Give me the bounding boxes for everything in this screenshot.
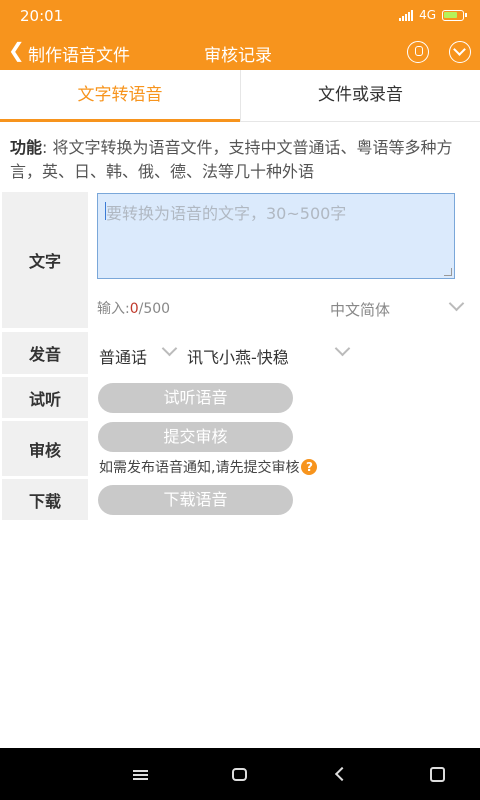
network-label: 4G bbox=[419, 8, 436, 22]
text-input[interactable]: 要转换为语音的文字，30~500字 bbox=[97, 193, 455, 279]
review-hint-text: 如需发布语音通知,请先提交审核 bbox=[99, 460, 300, 476]
dialect-chevron-down-icon[interactable] bbox=[161, 340, 178, 357]
status-bar: 20:01 4G bbox=[0, 0, 480, 32]
speaker-select[interactable]: 讯飞小燕-快稳 bbox=[187, 344, 289, 368]
battery-icon bbox=[442, 9, 467, 21]
nav-back-icon[interactable] bbox=[334, 766, 350, 782]
speaker-chevron-down-icon[interactable] bbox=[334, 340, 351, 357]
text-row-label: 文字 bbox=[2, 192, 88, 328]
back-icon[interactable]: ❮ bbox=[8, 38, 25, 62]
listen-button[interactable]: 试听语音 bbox=[98, 383, 293, 413]
submit-review-button[interactable]: 提交审核 bbox=[98, 422, 293, 452]
home-icon[interactable] bbox=[232, 768, 247, 781]
back-label[interactable]: 制作语音文件 bbox=[28, 41, 130, 66]
download-button[interactable]: 下载语音 bbox=[98, 485, 293, 515]
script-select[interactable]: 中文简体 bbox=[330, 299, 390, 320]
review-hint: 如需发布语音通知,请先提交审核? bbox=[99, 457, 318, 477]
character-count: 输入:0/500 bbox=[97, 298, 170, 318]
listen-row-label: 试听 bbox=[2, 377, 88, 418]
signal-icon bbox=[399, 9, 414, 21]
tab-text-to-speech[interactable]: 文字转语音 bbox=[0, 70, 240, 122]
rotate-icon[interactable] bbox=[430, 767, 445, 782]
review-row-label: 审核 bbox=[2, 421, 88, 476]
menu-icon[interactable] bbox=[133, 770, 148, 780]
count-max: /500 bbox=[138, 301, 171, 317]
review-records-link[interactable]: 审核记录 bbox=[204, 41, 272, 66]
title-bar: ❮ 制作语音文件 审核记录 bbox=[0, 32, 480, 70]
count-current: 0 bbox=[129, 301, 139, 317]
script-chevron-down-icon[interactable] bbox=[448, 295, 465, 312]
tab-bar: 文字转语音 文件或录音 bbox=[0, 70, 480, 122]
dialect-select[interactable]: 普通话 bbox=[99, 344, 147, 368]
description-prefix: 功能 bbox=[10, 138, 43, 157]
resize-handle[interactable] bbox=[444, 268, 452, 276]
tab-file-or-recording[interactable]: 文件或录音 bbox=[240, 70, 480, 122]
feature-description: 功能: 将文字转换为语音文件，支持中文普通话、粤语等多种方言，英、日、韩、俄、德… bbox=[10, 136, 470, 184]
chat-icon[interactable] bbox=[407, 41, 429, 63]
system-nav-bar bbox=[0, 748, 480, 800]
text-input-placeholder: 要转换为语音的文字，30~500字 bbox=[106, 204, 347, 223]
description-text: : 将文字转换为语音文件，支持中文普通话、粤语等多种方言，英、日、韩、俄、德、法… bbox=[10, 138, 453, 181]
help-icon[interactable]: ? bbox=[301, 459, 318, 475]
status-time: 20:01 bbox=[20, 7, 64, 25]
count-prefix: 输入: bbox=[97, 301, 130, 317]
status-indicators: 4G bbox=[399, 8, 467, 22]
download-row-label: 下载 bbox=[2, 479, 88, 520]
dropdown-icon[interactable] bbox=[449, 41, 471, 63]
voice-row-label: 发音 bbox=[2, 332, 88, 374]
